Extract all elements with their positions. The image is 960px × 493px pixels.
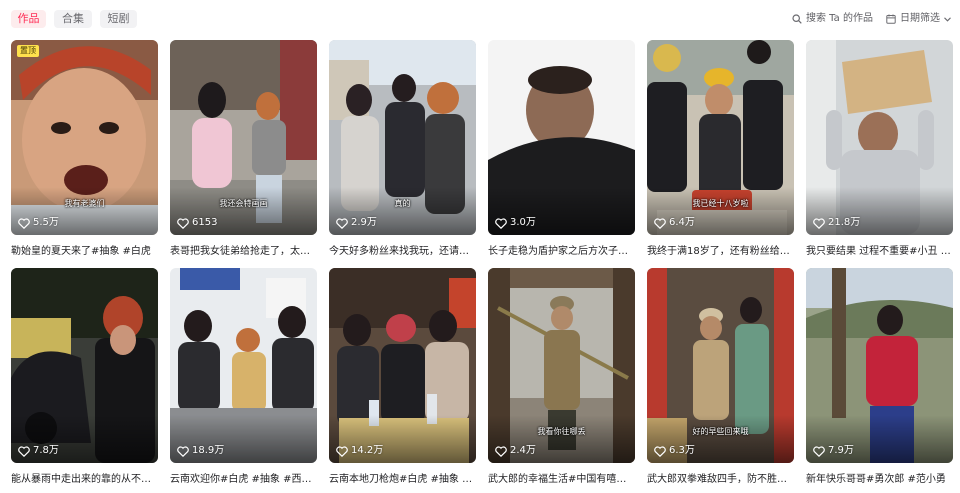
video-card[interactable]: 21.8万 我只要结果 过程不重要#小丑 … [806, 40, 953, 259]
heart-icon [654, 218, 666, 229]
like-count-value: 2.9万 [351, 217, 377, 228]
video-subtitle: 我已经十八岁啦 [692, 199, 749, 208]
video-thumbnail[interactable]: 18.9万 [170, 268, 317, 463]
like-count-value: 6.3万 [669, 445, 695, 456]
like-count-value: 18.9万 [192, 445, 225, 456]
video-caption[interactable]: 今天好多粉丝来找我玩，还请… [329, 242, 476, 257]
video-caption[interactable]: 我终于满18岁了，还有粉丝给… [647, 242, 794, 257]
like-count-value: 2.4万 [510, 445, 536, 456]
video-card[interactable]: 18.9万 云南欢迎你#白虎 #抽象 #西格… [170, 268, 317, 487]
tab-short-dramas[interactable]: 短剧 [100, 10, 137, 28]
video-caption[interactable]: 武大郎双拳难敌四手，防不胜… [647, 470, 794, 485]
heart-icon [495, 218, 507, 229]
video-caption[interactable]: 勒始皇的夏天来了#抽象 #白虎 [11, 242, 158, 257]
video-thumbnail[interactable]: 置顶 我有老婆们 5.5万 [11, 40, 158, 235]
video-caption[interactable]: 能从暴雨中走出来的靠的从不… [11, 470, 158, 485]
video-card[interactable]: 7.8万 能从暴雨中走出来的靠的从不… [11, 268, 158, 487]
date-filter-label: 日期筛选 [900, 13, 940, 24]
video-caption[interactable]: 武大郎的幸福生活#中国有嘻哈… [488, 470, 635, 485]
video-subtitle: 好的早些回来哦 [692, 427, 749, 436]
video-thumbnail[interactable]: 真的 2.9万 [329, 40, 476, 235]
video-subtitle: 真的 [394, 199, 411, 208]
video-card[interactable]: 我看你往哪丢 2.4万 武大郎的幸福生活#中国有嘻哈… [488, 268, 635, 487]
heart-icon [177, 218, 189, 229]
like-count-value: 14.2万 [351, 445, 384, 456]
video-caption[interactable]: 新年快乐哥哥#勇次郎 #范小勇 [806, 470, 953, 485]
search-icon [792, 14, 802, 24]
tab-collections[interactable]: 合集 [54, 10, 92, 28]
heart-icon [495, 446, 507, 457]
video-subtitle: 我有老婆们 [64, 199, 105, 208]
heart-icon [177, 446, 189, 457]
like-count-value: 21.8万 [828, 217, 861, 228]
video-caption[interactable]: 表哥把我女徒弟给抢走了，太… [170, 242, 317, 257]
video-caption[interactable]: 长子走稳为盾护家之后方次子… [488, 242, 635, 257]
search-works-label: 搜索 Ta 的作品 [806, 13, 873, 24]
heart-icon [813, 218, 825, 229]
video-card[interactable]: 我还会特画画 6153 表哥把我女徒弟给抢走了，太… [170, 40, 317, 259]
video-thumbnail[interactable]: 我已经十八岁啦 6.4万 [647, 40, 794, 235]
video-caption[interactable]: 云南本地刀枪炮#白虎 #抽象 #… [329, 470, 476, 485]
date-filter-button[interactable]: 日期筛选 [886, 11, 951, 27]
video-card[interactable]: 14.2万 云南本地刀枪炮#白虎 #抽象 #… [329, 268, 476, 487]
video-card[interactable]: 真的 2.9万 今天好多粉丝来找我玩，还请… [329, 40, 476, 259]
video-caption[interactable]: 我只要结果 过程不重要#小丑 … [806, 242, 953, 257]
video-thumbnail[interactable]: 7.9万 [806, 268, 953, 463]
video-card[interactable]: 3.0万 长子走稳为盾护家之后方次子… [488, 40, 635, 259]
chevron-down-icon [944, 17, 951, 22]
video-card[interactable]: 7.9万 新年快乐哥哥#勇次郎 #范小勇 [806, 268, 953, 487]
pinned-badge: 置顶 [17, 45, 39, 57]
like-count-value: 6153 [192, 217, 218, 228]
video-thumbnail[interactable]: 7.8万 [11, 268, 158, 463]
toolbar: 搜索 Ta 的作品 日期筛选 [792, 11, 952, 27]
profile-tab-bar: 作品 合集 短剧 搜索 Ta 的作品 日期筛选 [0, 0, 960, 36]
video-thumbnail[interactable]: 21.8万 [806, 40, 953, 235]
heart-icon [18, 218, 30, 229]
like-count-value: 5.5万 [33, 217, 59, 228]
video-thumbnail[interactable]: 我还会特画画 6153 [170, 40, 317, 235]
video-thumbnail[interactable]: 我看你往哪丢 2.4万 [488, 268, 635, 463]
heart-icon [813, 446, 825, 457]
video-card[interactable]: 好的早些回来哦 6.3万 武大郎双拳难敌四手，防不胜… [647, 268, 794, 487]
tab-works[interactable]: 作品 [11, 10, 46, 28]
video-caption[interactable]: 云南欢迎你#白虎 #抽象 #西格… [170, 470, 317, 485]
heart-icon [336, 218, 348, 229]
like-count-value: 3.0万 [510, 217, 536, 228]
like-count-value: 7.8万 [33, 445, 59, 456]
calendar-icon [886, 14, 896, 24]
search-works-button[interactable]: 搜索 Ta 的作品 [792, 11, 873, 27]
like-count-value: 7.9万 [828, 445, 854, 456]
video-card[interactable]: 置顶 我有老婆们 5.5万 勒始皇的夏天来了#抽象 #白虎 [11, 40, 158, 259]
like-count-value: 6.4万 [669, 217, 695, 228]
video-subtitle: 我看你往哪丢 [537, 427, 586, 436]
heart-icon [654, 446, 666, 457]
heart-icon [336, 446, 348, 457]
video-thumbnail[interactable]: 3.0万 [488, 40, 635, 235]
video-card[interactable]: 我已经十八岁啦 6.4万 我终于满18岁了，还有粉丝给… [647, 40, 794, 259]
heart-icon [18, 446, 30, 457]
video-thumbnail[interactable]: 14.2万 [329, 268, 476, 463]
video-thumbnail[interactable]: 好的早些回来哦 6.3万 [647, 268, 794, 463]
video-subtitle: 我还会特画画 [219, 199, 268, 208]
